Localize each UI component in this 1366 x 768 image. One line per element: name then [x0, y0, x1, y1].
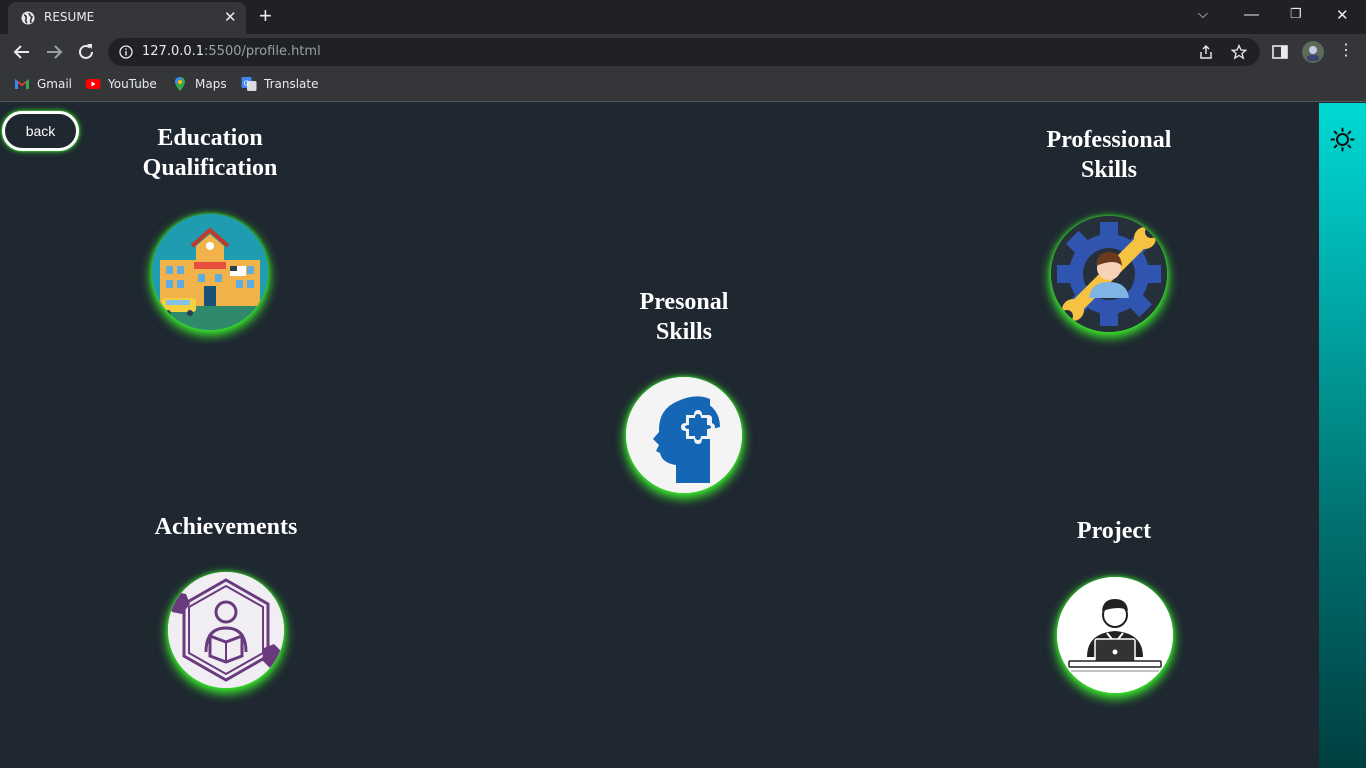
new-tab-icon[interactable]: + — [259, 5, 272, 27]
education-link[interactable] — [152, 214, 268, 330]
school-icon — [152, 214, 268, 330]
site-info-icon[interactable] — [119, 45, 133, 59]
address-bar[interactable]: 127.0.0.1:5500/profile.html — [108, 38, 1260, 66]
bookmarks-bar: Gmail YouTube Maps G Translate — [0, 70, 1366, 102]
personal-link[interactable] — [626, 377, 742, 493]
bookmark-gmail[interactable]: Gmail — [14, 76, 72, 92]
achievements-title: Achievements — [126, 512, 326, 542]
bookmark-translate[interactable]: G Translate — [241, 76, 319, 92]
svg-text:G: G — [244, 80, 249, 88]
side-panel-icon[interactable] — [1270, 42, 1290, 62]
back-button[interactable]: back — [2, 111, 79, 151]
forward-arrow-icon[interactable] — [42, 40, 66, 64]
minimize-icon[interactable]: — — [1244, 6, 1259, 23]
head-puzzle-icon — [626, 377, 742, 493]
bookmark-label: Gmail — [37, 77, 73, 91]
personal-title-line2: Skills — [655, 319, 713, 345]
reload-icon[interactable] — [74, 40, 98, 64]
project-link[interactable] — [1057, 577, 1173, 693]
education-title-line1: Education — [157, 125, 263, 151]
bookmark-label: YouTube — [108, 77, 157, 91]
close-tab-icon[interactable]: ✕ — [224, 9, 237, 26]
professional-link[interactable] — [1051, 216, 1167, 332]
education-title: Education Qualification — [120, 123, 300, 183]
project-title-line1: Project — [1076, 518, 1152, 544]
tab-search-icon[interactable]: ⌵ — [1198, 6, 1208, 22]
maps-icon — [175, 77, 185, 91]
restore-icon[interactable]: ❐ — [1290, 6, 1302, 22]
professional-title: Professional Skills — [1019, 125, 1199, 185]
achievements-link[interactable] — [168, 572, 284, 688]
browser-tab[interactable]: RESUME ✕ — [8, 2, 246, 34]
youtube-icon — [85, 79, 101, 89]
hexagon-reader-icon — [168, 572, 284, 688]
person-laptop-icon — [1057, 577, 1173, 693]
menu-kebab-icon[interactable]: ⋮ — [1338, 41, 1354, 61]
education-title-line2: Qualification — [142, 155, 278, 181]
project-title: Project — [1034, 516, 1194, 546]
window-close-icon[interactable]: ✕ — [1336, 6, 1349, 24]
bookmark-label: Translate — [264, 77, 319, 91]
profile-avatar-icon[interactable] — [1302, 41, 1324, 63]
tab-title: RESUME — [44, 10, 95, 24]
bookmark-label: Maps — [195, 77, 227, 91]
professional-title-line2: Skills — [1080, 157, 1138, 183]
browser-toolbar: 127.0.0.1:5500/profile.html ⋮ — [0, 34, 1366, 70]
tab-strip: RESUME ✕ + ⌵ — ❐ ✕ — [0, 0, 1366, 34]
sun-icon[interactable] — [1330, 127, 1355, 152]
url-path: :5500/profile.html — [204, 44, 321, 59]
share-icon[interactable] — [1198, 44, 1214, 60]
bookmark-maps[interactable]: Maps — [172, 76, 227, 92]
gear-wrench-person-icon — [1051, 216, 1167, 332]
url-host: 127.0.0.1 — [142, 44, 205, 59]
personal-title-line1: Presonal — [639, 289, 729, 315]
profile-page: back Education Qualification Professiona… — [0, 103, 1319, 768]
globe-icon — [21, 11, 35, 25]
personal-title: Presonal Skills — [594, 287, 774, 347]
gmail-icon — [15, 79, 29, 89]
back-arrow-icon[interactable] — [10, 40, 34, 64]
bookmark-youtube[interactable]: YouTube — [85, 76, 157, 92]
professional-title-line1: Professional — [1046, 127, 1172, 153]
achievements-title-line1: Achievements — [154, 514, 298, 540]
bookmark-star-icon[interactable] — [1231, 44, 1247, 60]
theme-sidebar — [1319, 103, 1366, 768]
translate-icon: G — [241, 77, 257, 91]
url-text: 127.0.0.1:5500/profile.html — [142, 44, 321, 59]
